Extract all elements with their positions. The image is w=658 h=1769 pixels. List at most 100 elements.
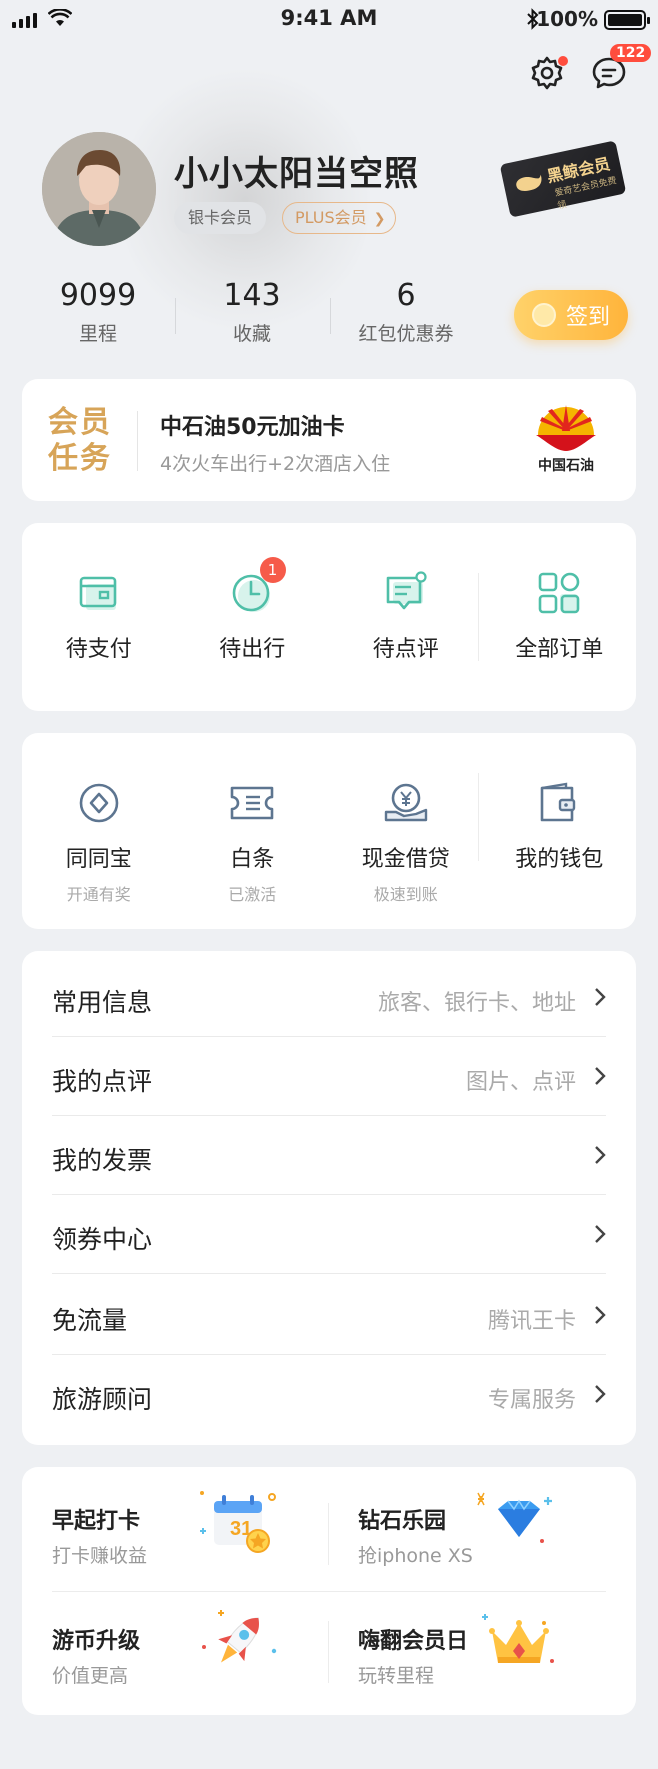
- username: 小小太阳当空照: [174, 154, 419, 194]
- petrochina-label: 中国石油: [538, 458, 594, 474]
- order-label: 待点评: [372, 637, 439, 662]
- stat-label: 收藏: [232, 323, 271, 345]
- menu-value: 腾讯王卡: [487, 1309, 576, 1334]
- wallet-icon: [540, 782, 576, 822]
- stat-value: 6: [396, 278, 416, 313]
- member-task-card[interactable]: 会员任务 中石油50元加油卡 4次火车出行+2次酒店入住 中国石油: [22, 379, 636, 501]
- ticket-icon: [230, 786, 274, 820]
- menu-item-free-data[interactable]: 免流量 腾讯王卡: [52, 1277, 606, 1355]
- order-label: 待支付: [65, 637, 132, 662]
- menu-label: 领券中心: [52, 1225, 153, 1254]
- grid-icon: [538, 572, 580, 614]
- member-task-headline: 中石油50元加油卡: [160, 415, 345, 440]
- menu-item-my-reviews[interactable]: 我的点评 图片、点评: [52, 1038, 606, 1116]
- order-label: 待出行: [219, 637, 286, 662]
- settings-button[interactable]: [524, 50, 570, 96]
- order-all[interactable]: 全部订单: [483, 565, 637, 663]
- menu-item-coupon-center[interactable]: 领券中心: [52, 1196, 606, 1274]
- menu-item-my-invoices[interactable]: 我的发票: [52, 1117, 606, 1195]
- stat-favorites[interactable]: 143 收藏: [197, 278, 307, 346]
- menu-value: 图片、点评: [465, 1070, 576, 1095]
- petrochina-icon: [536, 405, 596, 451]
- promo-title: 游币升级: [52, 1629, 141, 1654]
- stat-label: 里程: [78, 323, 117, 345]
- finance-label: 现金借贷: [361, 847, 450, 872]
- order-pending-payment[interactable]: 待支付: [22, 565, 176, 663]
- divider: [137, 411, 138, 471]
- menu-item-travel-advisor[interactable]: 旅游顾问 专属服务: [52, 1356, 606, 1434]
- yuan-hand-icon: [384, 783, 427, 822]
- menu-value: 旅客、银行卡、地址: [377, 991, 576, 1016]
- stat-label: 红包优惠券: [358, 323, 454, 345]
- settings-dot: [558, 56, 568, 66]
- menu-label: 旅游顾问: [52, 1385, 153, 1414]
- menu-item-common-info[interactable]: 常用信息 旅客、银行卡、地址: [52, 959, 606, 1037]
- chevron-right-icon: [595, 1225, 606, 1243]
- finance-cash-loan[interactable]: 现金借贷 极速到账: [329, 775, 483, 905]
- menu-label: 我的点评: [52, 1067, 153, 1096]
- menu-label: 常用信息: [52, 988, 153, 1017]
- stat-mileage[interactable]: 9099 里程: [43, 278, 153, 346]
- chevron-right-icon: ❯: [373, 211, 386, 227]
- promo-title: 钻石乐园: [358, 1509, 447, 1534]
- diamond-icon: [474, 1487, 564, 1563]
- promo-member-day[interactable]: 嗨翻会员日 玩转里程: [328, 1593, 628, 1703]
- order-pending-review[interactable]: 待点评: [329, 565, 483, 663]
- whale-icon: [516, 174, 542, 191]
- promo-title: 嗨翻会员日: [358, 1629, 469, 1654]
- plus-member-label: PLUS会员: [295, 208, 367, 227]
- avatar-photo: [42, 132, 156, 246]
- whale-member-card[interactable]: 黑鲸会员 爱奇艺会员免费领: [499, 140, 627, 218]
- member-task-title: 会员任务: [48, 405, 112, 476]
- plus-member-tag[interactable]: PLUS会员 ❯: [282, 202, 397, 234]
- divider: [52, 1591, 606, 1592]
- promo-sub: 打卡赚收益: [52, 1545, 148, 1567]
- finance-sub: 极速到账: [373, 885, 438, 904]
- avatar[interactable]: [42, 132, 156, 246]
- stat-value: 9099: [59, 278, 137, 313]
- signin-button[interactable]: 签到: [514, 290, 628, 340]
- promo-coin-upgrade[interactable]: 游币升级 价值更高: [22, 1593, 322, 1703]
- stat-coupons[interactable]: 6 红包优惠券: [346, 278, 466, 346]
- menu-label: 我的发票: [52, 1146, 153, 1175]
- finance-card: 同同宝 开通有奖 白条 已激活 现金借贷 极速到账 我的钱包: [22, 733, 636, 929]
- menu-list: 常用信息 旅客、银行卡、地址 我的点评 图片、点评 我的发票 领券中心 免流量 …: [22, 951, 636, 1445]
- stat-divider: [175, 298, 176, 334]
- promo-diamond-park[interactable]: 钻石乐园 抢iphone XS: [328, 1473, 628, 1583]
- coin-icon: [531, 303, 556, 327]
- diamond-coin-icon: [79, 783, 119, 823]
- promo-sub: 价值更高: [52, 1665, 129, 1687]
- finance-sub: 开通有奖: [66, 885, 131, 904]
- chevron-right-icon: [595, 1146, 606, 1164]
- order-badge: 1: [259, 557, 286, 583]
- order-pending-trip[interactable]: 1 待出行: [176, 557, 330, 663]
- member-task-detail: 4次火车出行+2次酒店入住: [160, 453, 391, 475]
- finance-label: 同同宝: [65, 847, 132, 872]
- petrochina-logo: 中国石油: [526, 401, 606, 475]
- divider: [478, 573, 479, 661]
- message-count-badge: 122: [610, 44, 652, 62]
- finance-baitiao[interactable]: 白条 已激活: [176, 775, 330, 905]
- rocket-icon: [194, 1607, 284, 1683]
- status-bar: 9:41 AM 100%: [0, 0, 658, 40]
- silver-member-tag[interactable]: 银卡会员: [174, 202, 267, 234]
- signin-label: 签到: [565, 305, 610, 330]
- stat-value: 143: [223, 278, 281, 313]
- promo-early-checkin[interactable]: 早起打卡 打卡赚收益 31: [22, 1473, 322, 1583]
- menu-label: 免流量: [52, 1306, 128, 1335]
- order-label: 全部订单: [515, 637, 604, 662]
- battery-percent: 100%: [536, 7, 598, 31]
- chevron-right-icon: [595, 1067, 606, 1085]
- promo-sub: 抢iphone XS: [358, 1545, 473, 1567]
- wallet-icon: [79, 576, 117, 610]
- promo-card: 早起打卡 打卡赚收益 31 钻石乐园 抢iphone XS 游币升级 价值更高 …: [22, 1467, 636, 1715]
- finance-tongtongbao[interactable]: 同同宝 开通有奖: [22, 775, 176, 905]
- finance-my-wallet[interactable]: 我的钱包: [483, 775, 637, 905]
- chevron-right-icon: [595, 988, 606, 1006]
- calendar-icon: 31: [194, 1487, 284, 1563]
- finance-label: 白条: [230, 847, 275, 872]
- orders-card: 待支付 1 待出行 待点评 全部订单: [22, 523, 636, 711]
- messages-button[interactable]: 122: [586, 44, 652, 96]
- promo-sub: 玩转里程: [358, 1665, 435, 1687]
- menu-value: 专属服务: [487, 1388, 576, 1413]
